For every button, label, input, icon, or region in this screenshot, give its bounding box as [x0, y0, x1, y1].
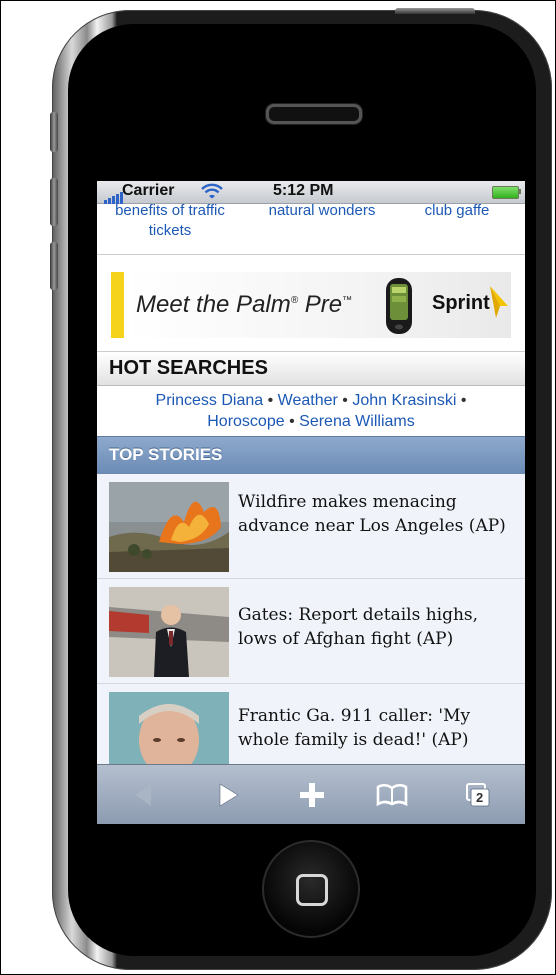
hot-search-link[interactable]: Serena Williams: [299, 413, 415, 430]
home-button[interactable]: [262, 840, 360, 938]
volume-up-button[interactable]: [50, 178, 58, 226]
wildfire-photo: [109, 482, 229, 572]
earpiece-speaker: [266, 104, 362, 124]
hot-search-link[interactable]: Horoscope: [207, 413, 284, 430]
trending-link-line: tickets: [148, 222, 192, 239]
trending-link-line: club gaffe: [424, 202, 490, 219]
safari-toolbar: 2: [97, 764, 525, 824]
story-title: Gates: Report details highs, lows of Afg…: [238, 605, 479, 649]
ad-registered: ®: [290, 295, 299, 306]
story-item[interactable]: Wildfire makes menacing advance near Los…: [97, 474, 525, 579]
link-separator: •: [267, 392, 274, 409]
clock: 5:12 PM: [273, 182, 334, 199]
story-item[interactable]: Gates: Report details highs, lows of Afg…: [97, 579, 525, 684]
sprint-logo-icon: [490, 286, 508, 318]
trending-link-line: natural wonders: [268, 202, 376, 219]
sleep-button[interactable]: [395, 8, 475, 14]
hot-searches-line-2: Horoscope • Serena Williams: [97, 411, 525, 432]
link-separator: •: [342, 392, 348, 409]
hot-searches-links: Princess Diana • Weather • John Krasinsk…: [97, 386, 525, 436]
pages-icon[interactable]: 2: [457, 780, 497, 810]
book-icon[interactable]: [372, 780, 412, 810]
ad-trademark: ™: [342, 295, 353, 306]
ad-product: Pre: [298, 291, 343, 318]
gates-photo: [109, 587, 229, 677]
trending-link-traffic[interactable]: benefits of traffic tickets: [105, 201, 235, 241]
plus-icon[interactable]: [292, 780, 332, 810]
sprint-logo-text: Sprint: [432, 292, 490, 314]
top-stories-header: TOP STORIES: [97, 436, 525, 475]
phone-screen: Carrier 5:12 PM benefits of traffic tick…: [97, 181, 525, 824]
home-square-icon: [296, 874, 328, 906]
battery-icon: [492, 186, 519, 199]
hot-searches-title: HOT SEARCHES: [109, 357, 268, 379]
ad-area: Meet the Palm® Pre™ Sprint: [97, 255, 525, 351]
top-stories-title: TOP STORIES: [109, 445, 223, 464]
hot-searches-line-1: Princess Diana • Weather • John Krasinsk…: [97, 390, 525, 411]
ad-headline: Meet the Palm® Pre™: [136, 291, 352, 319]
battery-tip: [518, 189, 521, 194]
link-separator: •: [289, 413, 295, 430]
volume-down-button[interactable]: [50, 242, 58, 290]
hot-search-link[interactable]: Weather: [278, 392, 338, 409]
trending-row: benefits of traffic tickets natural wond…: [97, 201, 525, 255]
forward-arrow-icon[interactable]: [208, 780, 248, 810]
mute-switch[interactable]: [50, 112, 58, 152]
palm-pre-phone-image: [386, 278, 412, 334]
hot-search-link[interactable]: Princess Diana: [156, 392, 264, 409]
pages-count: 2: [476, 790, 484, 805]
hot-search-link[interactable]: John Krasinski: [352, 392, 456, 409]
trending-link-natural-wonders[interactable]: natural wonders: [257, 201, 387, 221]
story-item[interactable]: Frantic Ga. 911 caller: 'My whole family…: [97, 684, 525, 782]
trending-link-club-gaffe[interactable]: club gaffe: [402, 201, 512, 221]
palm-pre-ad-banner[interactable]: Meet the Palm® Pre™ Sprint: [111, 272, 511, 338]
story-title: Wildfire makes menacing advance near Los…: [238, 492, 506, 536]
story-title: Frantic Ga. 911 caller: 'My whole family…: [238, 706, 471, 750]
trending-link-line: benefits of traffic: [115, 202, 225, 219]
back-arrow-icon[interactable]: [125, 780, 165, 810]
link-separator: •: [460, 392, 467, 409]
hot-searches-header: HOT SEARCHES: [97, 351, 525, 386]
wifi-icon: [201, 183, 223, 199]
carrier-label: Carrier: [122, 182, 175, 199]
top-stories-list: Wildfire makes menacing advance near Los…: [97, 474, 525, 782]
ad-text: Meet the Palm: [136, 291, 291, 318]
